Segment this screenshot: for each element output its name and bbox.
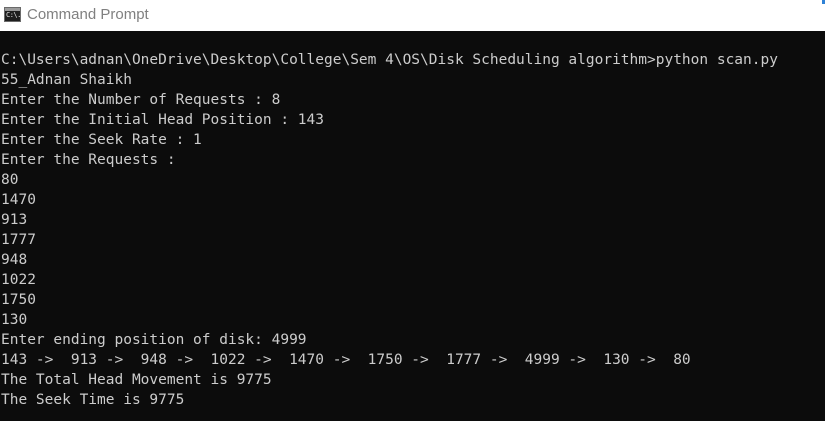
cmd-icon-glyph: C:\. <box>6 11 21 19</box>
console-line-disk-end: Enter ending position of disk: 4999 <box>1 332 307 348</box>
window-title: Command Prompt <box>27 6 149 23</box>
console-line-total-head-movement: The Total Head Movement is 9775 <box>1 372 272 388</box>
console-line-author: 55_Adnan Shaikh <box>1 72 132 88</box>
console-line-seek-rate: Enter the Seek Rate : 1 <box>1 132 202 148</box>
console-line-requests-prompt: Enter the Requests : <box>1 152 176 168</box>
command-prompt-window: C:\. Command Prompt C:\Users\adnan\OneDr… <box>0 0 825 421</box>
console-output[interactable]: C:\Users\adnan\OneDrive\Desktop\College\… <box>0 50 825 421</box>
cmd-icon: C:\. <box>4 7 21 22</box>
console-line-seek-time: The Seek Time is 9775 <box>1 392 185 408</box>
console-line-request-count: Enter the Number of Requests : 8 <box>1 92 281 108</box>
console-line-request: 913 <box>1 212 28 228</box>
console-line-request: 130 <box>1 312 28 328</box>
console-line-request: 1470 <box>1 192 36 208</box>
console-line-request: 1777 <box>1 232 36 248</box>
console-line-request: 948 <box>1 252 28 268</box>
title-bar[interactable]: C:\. Command Prompt <box>0 0 825 31</box>
console-line-request: 1022 <box>1 272 36 288</box>
console-line-initial-head: Enter the Initial Head Position : 143 <box>1 112 325 128</box>
console-line-request: 80 <box>1 172 19 188</box>
console-line-command: C:\Users\adnan\OneDrive\Desktop\College\… <box>1 52 778 68</box>
console-line-request: 1750 <box>1 292 36 308</box>
console-line-seek-sequence: 143 -> 913 -> 948 -> 1022 -> 1470 -> 175… <box>1 352 691 368</box>
